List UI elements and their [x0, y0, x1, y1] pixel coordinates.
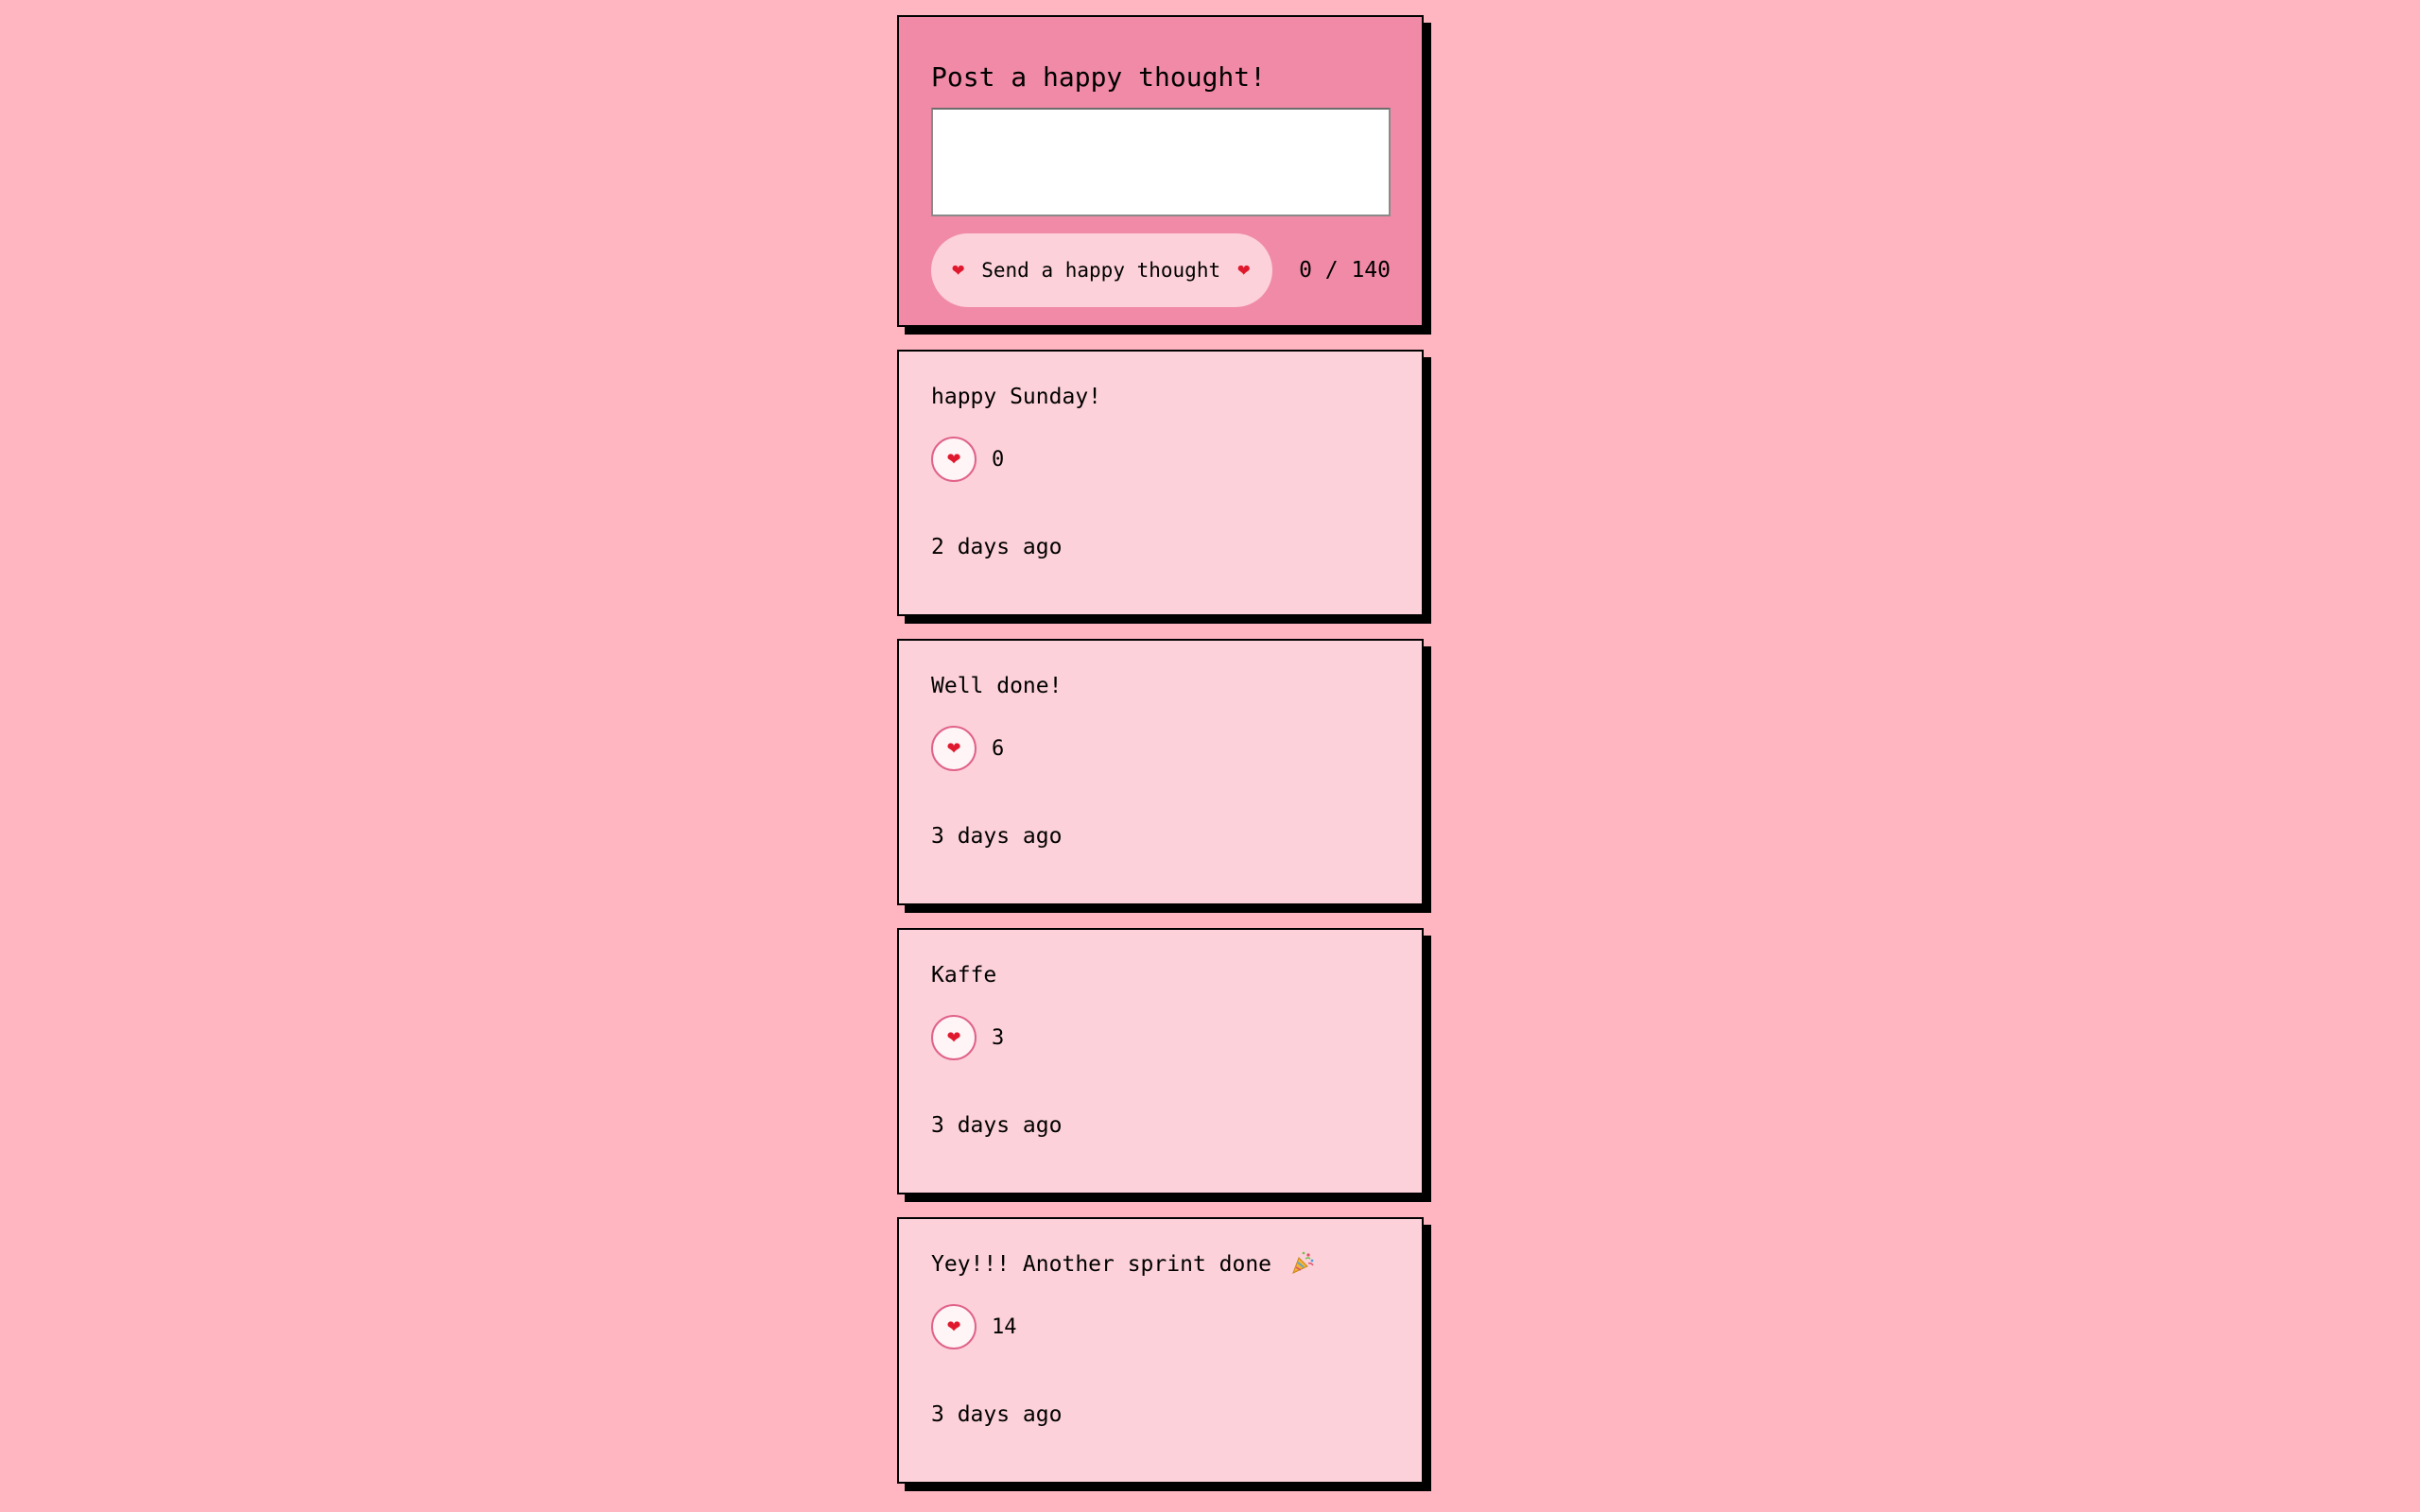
heart-icon: ❤: [952, 258, 965, 282]
thought-timestamp: 3 days ago: [931, 1402, 1063, 1427]
post-actions-row: ❤ Send a happy thought ❤ 0 / 140: [931, 233, 1391, 307]
thought-message: Yey!!! Another sprint done: [931, 1252, 1272, 1277]
thought-input[interactable]: [931, 108, 1391, 216]
thought-card: Well done! ❤ 6 3 days ago: [897, 639, 1424, 905]
like-row: ❤ 6: [931, 726, 1004, 771]
thought-timestamp: 3 days ago: [931, 1113, 1063, 1138]
thought-card: Yey!!! Another sprint done ❤ 14 3 days a…: [897, 1217, 1424, 1484]
character-counter: 0 / 140: [1299, 258, 1391, 283]
like-count: 0: [992, 447, 1005, 472]
like-button[interactable]: ❤: [931, 726, 977, 771]
party-popper-icon: [1291, 1251, 1314, 1274]
thought-card: happy Sunday! ❤ 0 2 days ago: [897, 350, 1424, 616]
like-count: 3: [992, 1025, 1005, 1050]
like-button[interactable]: ❤: [931, 1304, 977, 1349]
heart-icon: ❤: [946, 1028, 961, 1047]
thought-card: Kaffe ❤ 3 3 days ago: [897, 928, 1424, 1194]
heart-icon: ❤: [946, 1317, 961, 1336]
thought-message-wrapper: Yey!!! Another sprint done: [931, 1250, 1315, 1279]
post-title: Post a happy thought!: [931, 61, 1267, 93]
like-count: 14: [992, 1314, 1017, 1339]
thought-timestamp: 2 days ago: [931, 535, 1063, 559]
send-button-label: Send a happy thought: [981, 259, 1221, 282]
post-thought-card: Post a happy thought! ❤ Send a happy tho…: [897, 15, 1424, 327]
thought-message: Kaffe: [931, 963, 997, 988]
like-count: 6: [992, 736, 1005, 761]
thought-message: Well done!: [931, 674, 1063, 698]
like-button[interactable]: ❤: [931, 1015, 977, 1060]
send-thought-button[interactable]: ❤ Send a happy thought ❤: [931, 233, 1273, 307]
thoughts-column: Post a happy thought! ❤ Send a happy tho…: [897, 15, 1424, 1484]
like-button[interactable]: ❤: [931, 437, 977, 482]
thought-timestamp: 3 days ago: [931, 824, 1063, 849]
like-row: ❤ 0: [931, 437, 1004, 482]
heart-icon: ❤: [946, 739, 961, 758]
like-row: ❤ 3: [931, 1015, 1004, 1060]
heart-icon: ❤: [1237, 258, 1251, 282]
thought-message: happy Sunday!: [931, 385, 1102, 409]
heart-icon: ❤: [946, 450, 961, 469]
like-row: ❤ 14: [931, 1304, 1017, 1349]
